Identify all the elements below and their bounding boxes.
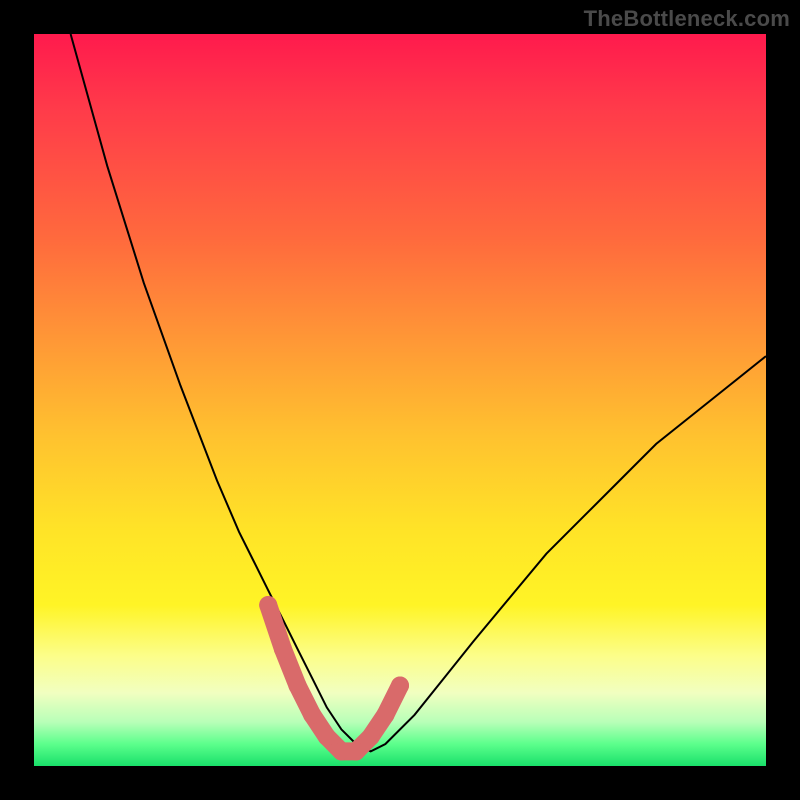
- watermark-text: TheBottleneck.com: [584, 6, 790, 32]
- trough-marker: [289, 677, 307, 695]
- curve-svg: [34, 34, 766, 766]
- trough-marker: [391, 677, 409, 695]
- trough-marker: [318, 728, 336, 746]
- bottleneck-curve: [71, 34, 766, 751]
- trough-marker: [376, 706, 394, 724]
- trough-marker: [259, 596, 277, 614]
- trough-marker: [274, 640, 292, 658]
- trough-marker-group: [259, 596, 409, 760]
- trough-marker: [362, 728, 380, 746]
- plot-area: [34, 34, 766, 766]
- chart-frame: TheBottleneck.com: [0, 0, 800, 800]
- trough-marker: [303, 706, 321, 724]
- trough-marker: [347, 742, 365, 760]
